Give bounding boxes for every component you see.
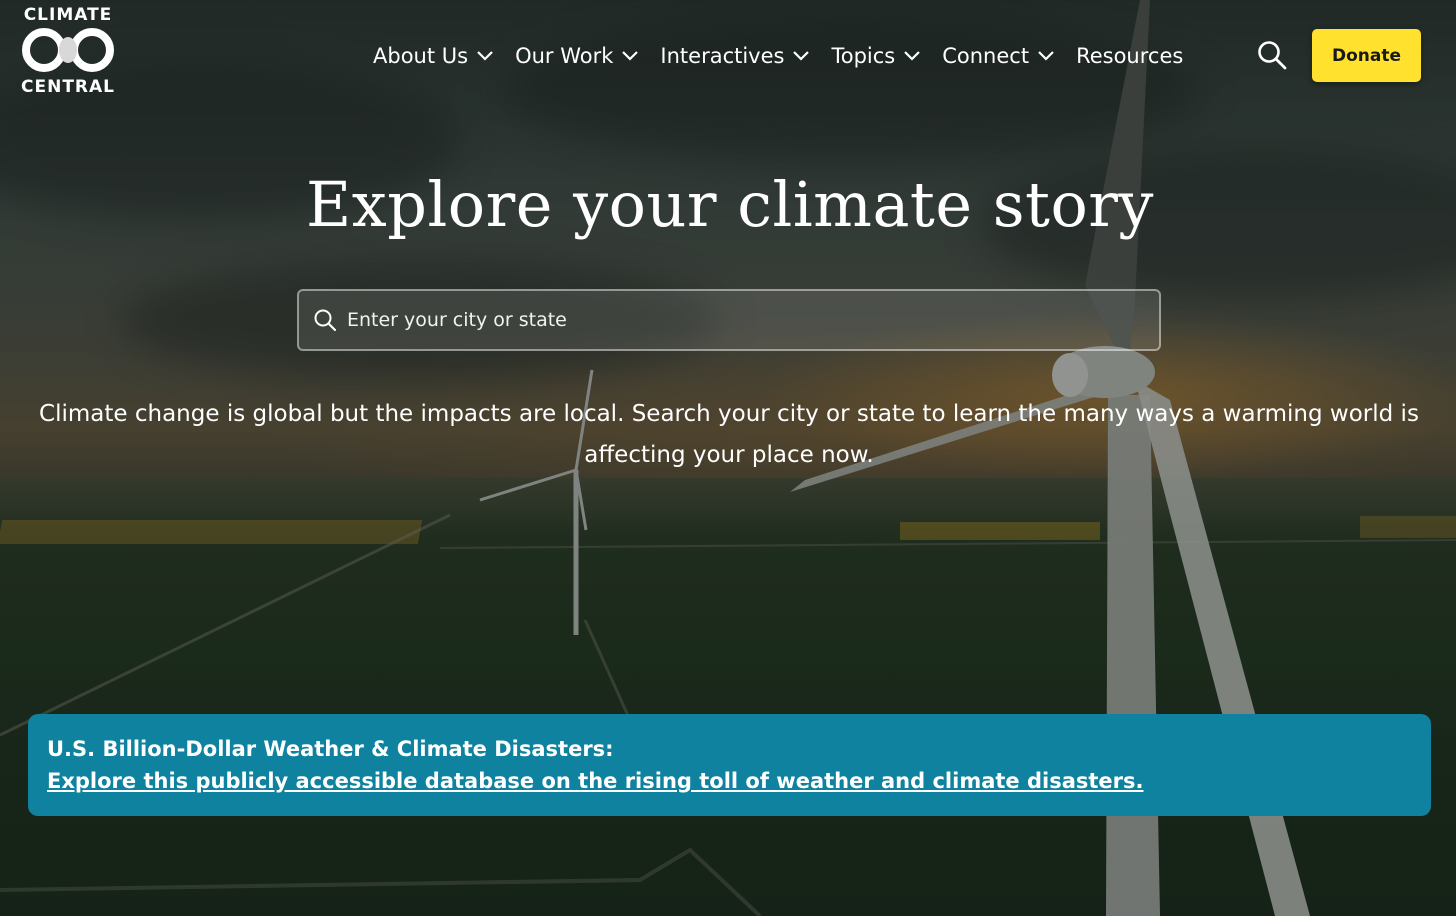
location-search-box[interactable]	[297, 289, 1161, 351]
nav-label: About Us	[373, 44, 469, 68]
chevron-down-icon	[476, 50, 494, 62]
banner-database-link[interactable]: Explore this publicly accessible databas…	[47, 764, 1412, 798]
hero-title: Explore your climate story	[306, 168, 1154, 241]
nav-about-us[interactable]: About Us	[373, 44, 494, 68]
donate-button[interactable]: Donate	[1312, 29, 1421, 82]
nav-topics[interactable]: Topics	[831, 44, 921, 68]
nav-connect[interactable]: Connect	[942, 44, 1055, 68]
chevron-down-icon	[1037, 50, 1055, 62]
header-search-button[interactable]	[1257, 40, 1287, 74]
nav-label: Topics	[831, 44, 896, 68]
banner-title: U.S. Billion-Dollar Weather & Climate Di…	[47, 737, 614, 761]
logo-text-bottom: CENTRAL	[21, 77, 115, 97]
chevron-down-icon	[903, 50, 921, 62]
nav-label: Connect	[942, 44, 1030, 68]
nav-label: Resources	[1076, 44, 1184, 68]
location-search-input[interactable]	[347, 309, 1127, 331]
logo-rings-icon	[22, 28, 114, 72]
search-icon	[313, 308, 337, 332]
featured-banner: U.S. Billion-Dollar Weather & Climate Di…	[28, 714, 1431, 816]
nav-interactives[interactable]: Interactives	[660, 44, 810, 68]
logo-text-top: CLIMATE	[23, 5, 113, 25]
search-icon	[1257, 41, 1287, 74]
nav-label: Our Work	[515, 44, 614, 68]
chevron-down-icon	[792, 50, 810, 62]
hero-description: Climate change is global but the impacts…	[39, 401, 1419, 468]
nav-label: Interactives	[660, 44, 785, 68]
main-navigation: About Us Our Work Interactives Topics Co…	[373, 36, 1204, 76]
chevron-down-icon	[621, 50, 639, 62]
nav-our-work[interactable]: Our Work	[515, 44, 639, 68]
climate-central-logo[interactable]: CLIMATE CENTRAL	[18, 6, 118, 100]
nav-resources[interactable]: Resources	[1076, 44, 1183, 68]
